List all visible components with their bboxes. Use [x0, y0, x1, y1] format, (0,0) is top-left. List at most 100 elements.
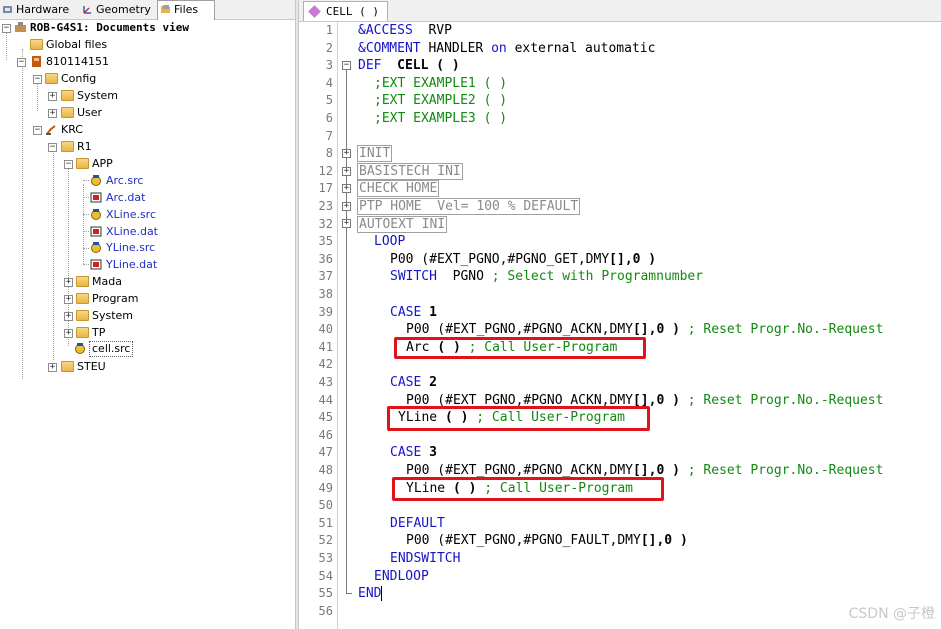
code-line: CASE 3	[390, 445, 437, 461]
tab-files[interactable]: Files	[157, 0, 215, 20]
line-number-gutter: 1 2 3 4 5 6 7 8 12 17 23 32 35 36 37 38 39 40 41 42 43 44 45 46…	[299, 22, 338, 629]
tab-hardware[interactable]: Hardware	[0, 1, 78, 18]
highlight-box	[387, 406, 650, 431]
fold-autoext-ini[interactable]: AUTOEXT INI	[357, 215, 448, 234]
collapse-root-toggle[interactable]: −	[2, 24, 11, 33]
open-folder-icon	[76, 158, 89, 169]
expand-tp-toggle[interactable]: +	[64, 329, 73, 338]
code-line: ENDLOOP	[374, 568, 429, 584]
code-line: P00 (#EXT_PGNO,#PGNO_GET,DMY[],0 )	[390, 251, 657, 267]
code-line: CASE 1	[390, 304, 437, 320]
editor-tab-cell[interactable]: CELL ( )	[303, 1, 388, 21]
line-number: 3	[325, 58, 333, 73]
code-line: DEF CELL ( )	[358, 58, 460, 74]
code-line: CASE 2	[390, 375, 437, 390]
file-tree: − ROB-G4S1: Documents view Global files …	[0, 20, 295, 629]
collapse-controller-toggle[interactable]: −	[17, 58, 26, 67]
line-number: 5	[325, 93, 333, 108]
line-number: 37	[318, 269, 333, 284]
editor-pane: CELL ( ) 1 2 3 4 5 6 7 8 12 17 23 32 35 36 37 38 39 40 41 4…	[299, 0, 941, 629]
code-line: ;EXT EXAMPLE3 ( )	[374, 111, 508, 126]
files-icon	[161, 5, 170, 13]
folder-icon	[76, 310, 89, 321]
line-number: 4	[325, 75, 333, 90]
line-number: 12	[318, 163, 333, 178]
code-line: LOOP	[374, 234, 406, 250]
robot-cell-icon	[15, 22, 26, 32]
fold-toggle-def[interactable]: −	[342, 61, 351, 70]
line-number: 6	[325, 111, 333, 125]
watermark: CSDN @子橙	[848, 606, 935, 622]
src-file-icon	[91, 175, 101, 186]
fold-init[interactable]: INIT	[357, 145, 393, 163]
fold-toggle-ptp-home[interactable]: +	[342, 202, 351, 211]
controller-icon	[32, 56, 41, 67]
line-number: 46	[318, 427, 333, 442]
editor-tab-bar: CELL ( )	[299, 0, 941, 22]
fold-ptp-home[interactable]: PTP HOME Vel= 100 % DEFAULT	[357, 198, 581, 216]
line-number: 51	[318, 515, 333, 530]
line-number: 36	[318, 251, 333, 266]
line-number: 41	[318, 339, 333, 354]
expand-system-toggle[interactable]: +	[64, 312, 73, 321]
line-number: 55	[318, 586, 333, 601]
dat-file-icon	[90, 259, 102, 270]
fold-check-home[interactable]: CHECK HOME	[357, 180, 440, 198]
folder-icon	[61, 90, 74, 101]
line-number: 7	[325, 128, 333, 143]
fold-toggle-init[interactable]: +	[342, 149, 351, 158]
code-line: ;EXT EXAMPLE1 ( )	[374, 75, 508, 91]
fold-toggle-autoext[interactable]: +	[342, 219, 351, 228]
line-number: 32	[318, 216, 333, 231]
line-number: 8	[325, 146, 333, 161]
folder-icon	[61, 141, 74, 152]
collapse-r1-toggle[interactable]: −	[48, 143, 57, 152]
folder-icon	[30, 39, 43, 50]
dat-file-icon	[90, 192, 102, 203]
expand-steu-toggle[interactable]: +	[48, 363, 57, 372]
line-number: 56	[318, 603, 333, 618]
collapse-config-toggle[interactable]: −	[33, 75, 42, 84]
config-folder-icon	[45, 73, 58, 84]
line-number: 47	[318, 445, 333, 460]
expand-config-user-toggle[interactable]: +	[48, 109, 57, 118]
folder-icon	[76, 293, 89, 304]
expand-mada-toggle[interactable]: +	[64, 278, 73, 287]
code-line: DEFAULT	[390, 515, 445, 531]
src-file-icon	[91, 209, 101, 220]
geometry-icon	[83, 6, 91, 14]
fold-basistech-ini[interactable]: BASISTECH INI	[357, 162, 463, 181]
line-number: 35	[318, 234, 333, 249]
function-icon	[308, 5, 321, 18]
line-number: 2	[325, 40, 333, 55]
robot-arm-icon	[46, 125, 56, 135]
folder-icon	[61, 107, 74, 118]
collapse-krc-toggle[interactable]: −	[33, 126, 42, 135]
src-file-icon	[75, 343, 85, 354]
line-number: 45	[318, 410, 333, 425]
fold-toggle-basistech[interactable]: +	[342, 167, 351, 176]
tab-geometry[interactable]: Geometry	[80, 1, 156, 18]
highlight-box	[394, 337, 646, 359]
expand-program-toggle[interactable]: +	[64, 295, 73, 304]
code-line: END​	[358, 586, 383, 602]
line-number: 39	[318, 304, 333, 319]
dat-file-icon	[90, 226, 102, 237]
code-line: &ACCESS RVP	[358, 23, 452, 38]
src-file-icon	[91, 242, 101, 253]
fold-toggle-check-home[interactable]: +	[342, 184, 351, 193]
collapse-app-toggle[interactable]: −	[64, 160, 73, 169]
line-number: 49	[318, 480, 333, 495]
code-line: SWITCH PGNO ; Select with Programnumber	[390, 269, 704, 285]
code-line: P00 (#EXT_PGNO,#PGNO_FAULT,DMY[],0 )	[406, 533, 688, 549]
hardware-icon	[3, 6, 12, 13]
project-tree-pane: Hardware Geometry Files − ROB-G4S1: Docu…	[0, 0, 295, 629]
line-number: 17	[318, 181, 333, 196]
expand-config-system-toggle[interactable]: +	[48, 92, 57, 101]
line-number: 1	[325, 23, 333, 37]
left-tab-bar: Hardware Geometry Files	[0, 0, 295, 20]
folder-icon	[61, 361, 74, 372]
folder-icon	[76, 276, 89, 287]
line-number: 23	[318, 199, 333, 213]
code-area[interactable]: − + + + + + &ACCESS RVP &COMMENT HANDLER…	[338, 22, 941, 629]
